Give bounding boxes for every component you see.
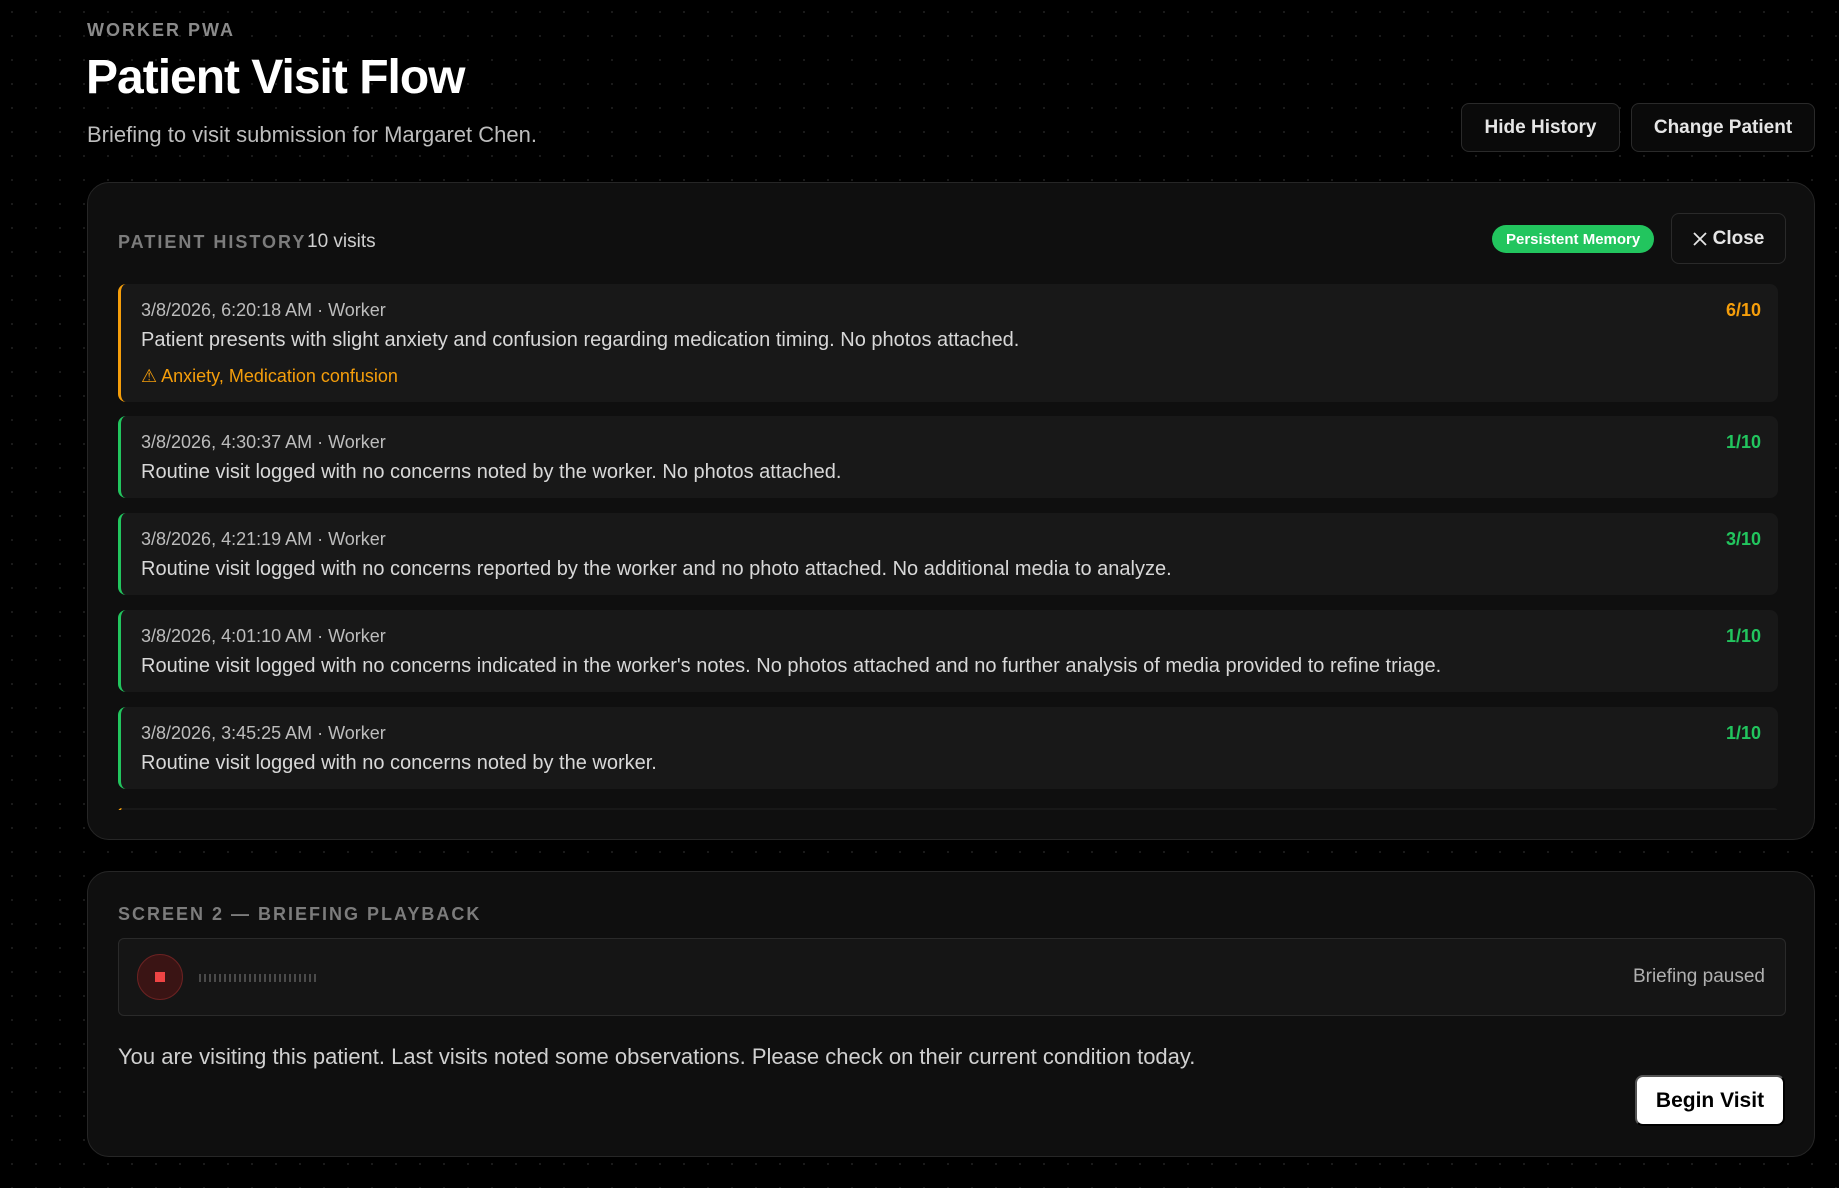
patient-history-label: PATIENT HISTORY	[118, 232, 307, 252]
audio-player: Briefing paused	[118, 938, 1786, 1016]
begin-visit-button[interactable]: Begin Visit	[1635, 1075, 1785, 1126]
persistent-memory-badge: Persistent Memory	[1492, 225, 1655, 253]
visit-summary: Routine visit logged with no concerns no…	[141, 461, 842, 483]
warning-icon: ⚠	[141, 366, 158, 386]
visit-flags: ⚠ Anxiety, Medication confusion	[141, 366, 398, 387]
briefing-status: Briefing paused	[1632, 966, 1765, 987]
triage-score: 1/10	[1725, 432, 1761, 452]
visit-summary: Routine visit logged with no concerns in…	[141, 655, 1442, 677]
visit-meta: 3/8/2026, 4:30:37 AM · Worker	[141, 432, 386, 452]
briefing-section-label: SCREEN 2 — BRIEFING PLAYBACK	[118, 904, 482, 924]
visit-row[interactable]: 3/8/2026, 4:30:37 AM · Worker 1/10 Routi…	[118, 416, 1778, 498]
triage-score: 3/10	[1725, 529, 1761, 549]
app-eyebrow: WORKER PWA	[87, 20, 235, 40]
visit-count: 10 visits	[307, 231, 376, 252]
change-patient-button[interactable]: Change Patient	[1631, 103, 1815, 152]
visit-list[interactable]: 3/8/2026, 6:20:18 AM · Worker 6/10 Patie…	[118, 284, 1778, 810]
close-history-button[interactable]: Close	[1671, 213, 1786, 264]
patient-history-panel: PATIENT HISTORY 10 visits Persistent Mem…	[87, 182, 1815, 840]
briefing-playback-panel: SCREEN 2 — BRIEFING PLAYBACK Briefing pa…	[87, 871, 1815, 1157]
visit-row[interactable]: 3/8/2026, 6:20:18 AM · Worker 6/10 Patie…	[118, 284, 1778, 402]
visit-meta: 3/8/2026, 4:01:10 AM · Worker	[141, 626, 386, 646]
flag-text: Anxiety, Medication confusion	[161, 366, 398, 386]
visit-summary: Routine visit logged with no concerns re…	[141, 558, 1172, 580]
visit-row[interactable]: 3/8/2026, 4:21:19 AM · Worker 3/10 Routi…	[118, 513, 1778, 595]
visit-row[interactable]: 3/8/2026, 4:01:10 AM · Worker 1/10 Routi…	[118, 610, 1778, 692]
page: WORKER PWA Patient Visit Flow Briefing t…	[0, 0, 1839, 1188]
stop-button[interactable]	[137, 954, 183, 1000]
stop-icon	[155, 972, 165, 982]
triage-score: 1/10	[1725, 723, 1761, 743]
close-icon	[1692, 231, 1707, 246]
visit-row[interactable]: 3/8/2026, 3:45:25 AM · Worker 1/10 Routi…	[118, 707, 1778, 789]
triage-score: 6/10	[1725, 300, 1761, 320]
waveform	[199, 974, 319, 982]
visit-meta: 3/8/2026, 3:45:25 AM · Worker	[141, 723, 386, 743]
briefing-text: You are visiting this patient. Last visi…	[118, 1044, 1196, 1069]
hide-history-button[interactable]: Hide History	[1461, 103, 1620, 152]
visit-meta: 3/8/2026, 4:21:19 AM · Worker	[141, 529, 386, 549]
visit-summary: Routine visit logged with no concerns no…	[141, 752, 657, 774]
visit-summary: Patient presents with slight anxiety and…	[141, 329, 1020, 351]
page-subtitle: Briefing to visit submission for Margare…	[87, 122, 537, 147]
triage-score: 1/10	[1725, 626, 1761, 646]
visit-row-partial	[118, 808, 1778, 810]
close-label: Close	[1712, 227, 1765, 249]
visit-meta: 3/8/2026, 6:20:18 AM · Worker	[141, 300, 386, 320]
page-title: Patient Visit Flow	[86, 51, 466, 104]
